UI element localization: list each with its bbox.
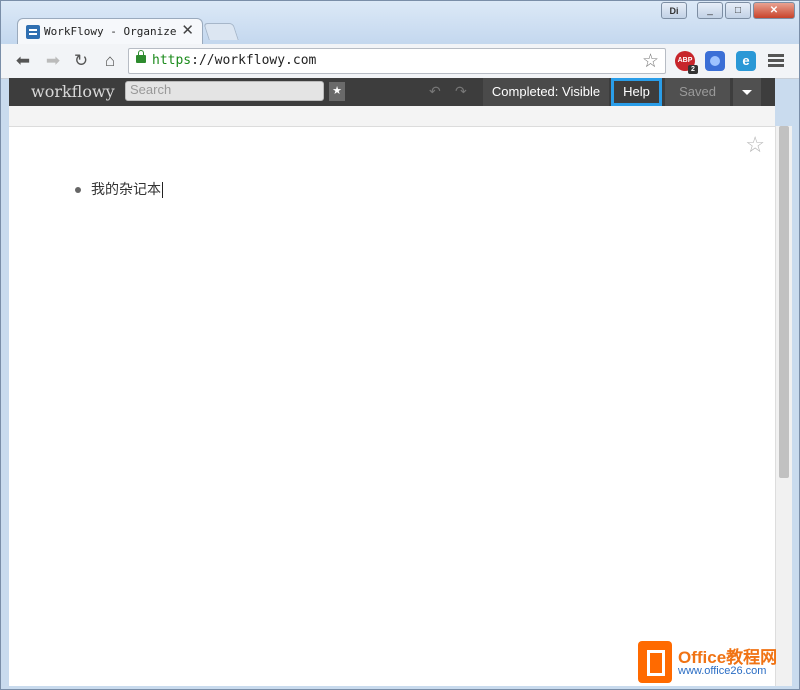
- watermark-url: www.office26.com: [678, 665, 767, 677]
- redo-icon[interactable]: ↷: [455, 83, 467, 100]
- star-page-icon[interactable]: ☆: [745, 132, 765, 158]
- close-window-button[interactable]: ✕: [753, 2, 795, 19]
- url-text[interactable]: https://workflowy.com: [152, 53, 316, 68]
- workflowy-favicon-icon: [26, 25, 40, 39]
- browser-window: WorkFlowy - Organize yo ✕ Di _ □ ✕ ⬅ ➡ ↻…: [0, 0, 800, 690]
- browser-tab[interactable]: WorkFlowy - Organize yo ✕: [17, 18, 203, 45]
- text-caret: [162, 182, 163, 199]
- chrome-menu-icon[interactable]: [765, 52, 787, 70]
- main-content: ☆ 我的杂记本: [9, 106, 775, 686]
- minimize-button[interactable]: _: [697, 2, 723, 19]
- breadcrumb-strip: [9, 106, 775, 127]
- browser-toolbar: ⬅ ➡ ↻ ⌂ https://workflowy.com ☆ ABP 2 e: [1, 44, 799, 79]
- profile-button[interactable]: Di: [661, 2, 687, 19]
- workflowy-header: workflowy Search ★ ↶ ↷ Completed: Visibl…: [9, 78, 775, 106]
- chevron-down-icon[interactable]: [733, 78, 761, 106]
- title-bar: WorkFlowy - Organize yo ✕ Di _ □ ✕: [1, 1, 799, 45]
- extension-icon[interactable]: [705, 51, 725, 71]
- evernote-extension-icon[interactable]: e: [736, 51, 756, 71]
- tab-close-icon[interactable]: ✕: [181, 22, 194, 40]
- office-logo-icon: [638, 641, 672, 683]
- completed-toggle-button[interactable]: Completed: Visible: [483, 78, 609, 106]
- abp-badge: 2: [688, 65, 698, 74]
- back-arrow-icon[interactable]: ⬅: [13, 51, 33, 71]
- bookmark-star-icon[interactable]: ☆: [642, 50, 659, 73]
- saved-status: Saved: [665, 78, 730, 106]
- watermark: Office教程网 www.office26.com: [634, 639, 798, 687]
- address-bar[interactable]: https://workflowy.com ☆: [128, 48, 666, 74]
- starred-star-icon[interactable]: ★: [329, 82, 345, 101]
- undo-icon[interactable]: ↶: [429, 83, 441, 100]
- list-item-text[interactable]: 我的杂记本: [91, 181, 161, 197]
- window-controls: Di _ □ ✕: [661, 2, 795, 20]
- adblock-plus-icon[interactable]: ABP 2: [675, 51, 698, 74]
- search-input[interactable]: Search: [125, 81, 324, 101]
- home-icon[interactable]: ⌂: [100, 51, 120, 71]
- vertical-scrollbar[interactable]: [775, 126, 792, 686]
- lock-icon: [136, 50, 146, 63]
- reload-icon[interactable]: ↻: [71, 51, 91, 71]
- maximize-button[interactable]: □: [725, 2, 751, 19]
- help-button[interactable]: Help: [611, 78, 662, 106]
- workflowy-logo[interactable]: workflowy: [31, 82, 115, 101]
- scrollbar-thumb[interactable]: [779, 126, 789, 478]
- tab-title: WorkFlowy - Organize yo: [44, 25, 182, 38]
- forward-arrow-icon[interactable]: ➡: [43, 51, 63, 71]
- new-tab-button[interactable]: [203, 23, 239, 40]
- bullet-icon[interactable]: [75, 187, 81, 194]
- list-item[interactable]: 我的杂记本: [75, 179, 163, 199]
